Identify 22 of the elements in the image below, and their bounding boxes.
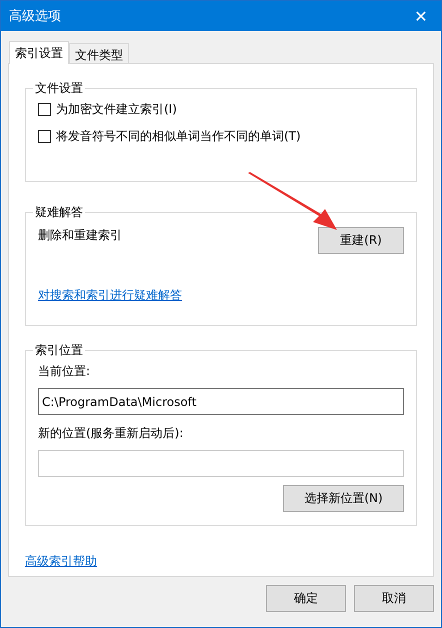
checkbox-label: 将发音符号不同的相似单词当作不同的单词(T) (56, 128, 301, 145)
dialog-button[interactable]: 取消 (354, 585, 434, 612)
tab[interactable]: 索引设置 (9, 41, 69, 64)
field-label: 当前位置: (38, 363, 90, 380)
window-title: 高级选项 (9, 8, 61, 25)
group-title: 文件设置 (33, 80, 85, 97)
rebuild-button[interactable]: 重建(R) (318, 227, 404, 254)
dialog-button[interactable]: 确定 (266, 585, 346, 612)
tab[interactable]: 文件类型 (69, 43, 129, 63)
description-text: 删除和重建索引 (38, 227, 122, 244)
checkbox-label: 为加密文件建立索引(I) (56, 101, 177, 118)
checkbox[interactable] (38, 130, 51, 143)
checkbox[interactable] (38, 103, 51, 116)
choose-location-button[interactable]: 选择新位置(N) (283, 485, 404, 512)
current-location-field[interactable]: C:\ProgramData\Microsoft (38, 388, 404, 415)
group-title: 索引位置 (33, 342, 85, 359)
troubleshoot-link[interactable]: 对搜索和索引进行疑难解答 (38, 287, 182, 304)
new-location-field[interactable] (38, 450, 404, 477)
help-link[interactable]: 高级索引帮助 (25, 553, 97, 570)
close-button[interactable]: ✕ (401, 1, 441, 31)
field-label: 新的位置(服务重新启动后): (38, 425, 184, 442)
group-title: 疑难解答 (33, 204, 85, 221)
